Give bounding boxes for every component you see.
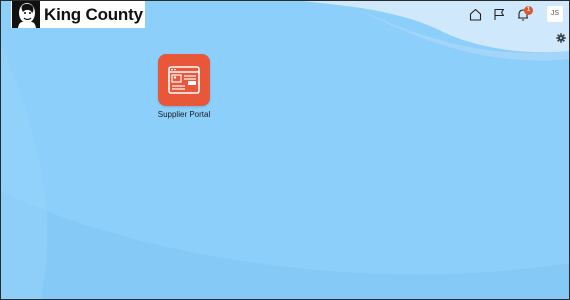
- notification-badge: 1: [524, 6, 533, 15]
- home-icon[interactable]: [467, 6, 483, 22]
- gear-icon[interactable]: [556, 30, 566, 43]
- app-window: King County 1 JS Supplier Portal: [0, 0, 570, 300]
- supplier-portal-label[interactable]: Supplier Portal: [149, 110, 219, 119]
- logo-text: King County: [44, 4, 143, 24]
- background-waves: [1, 1, 569, 299]
- flag-icon[interactable]: [491, 6, 507, 22]
- supplier-portal-tile[interactable]: [158, 54, 210, 106]
- king-county-logo[interactable]: King County: [11, 1, 145, 28]
- user-avatar[interactable]: JS: [547, 6, 563, 22]
- supplier-portal-icon: [168, 66, 200, 94]
- king-county-seal-icon: [12, 1, 40, 28]
